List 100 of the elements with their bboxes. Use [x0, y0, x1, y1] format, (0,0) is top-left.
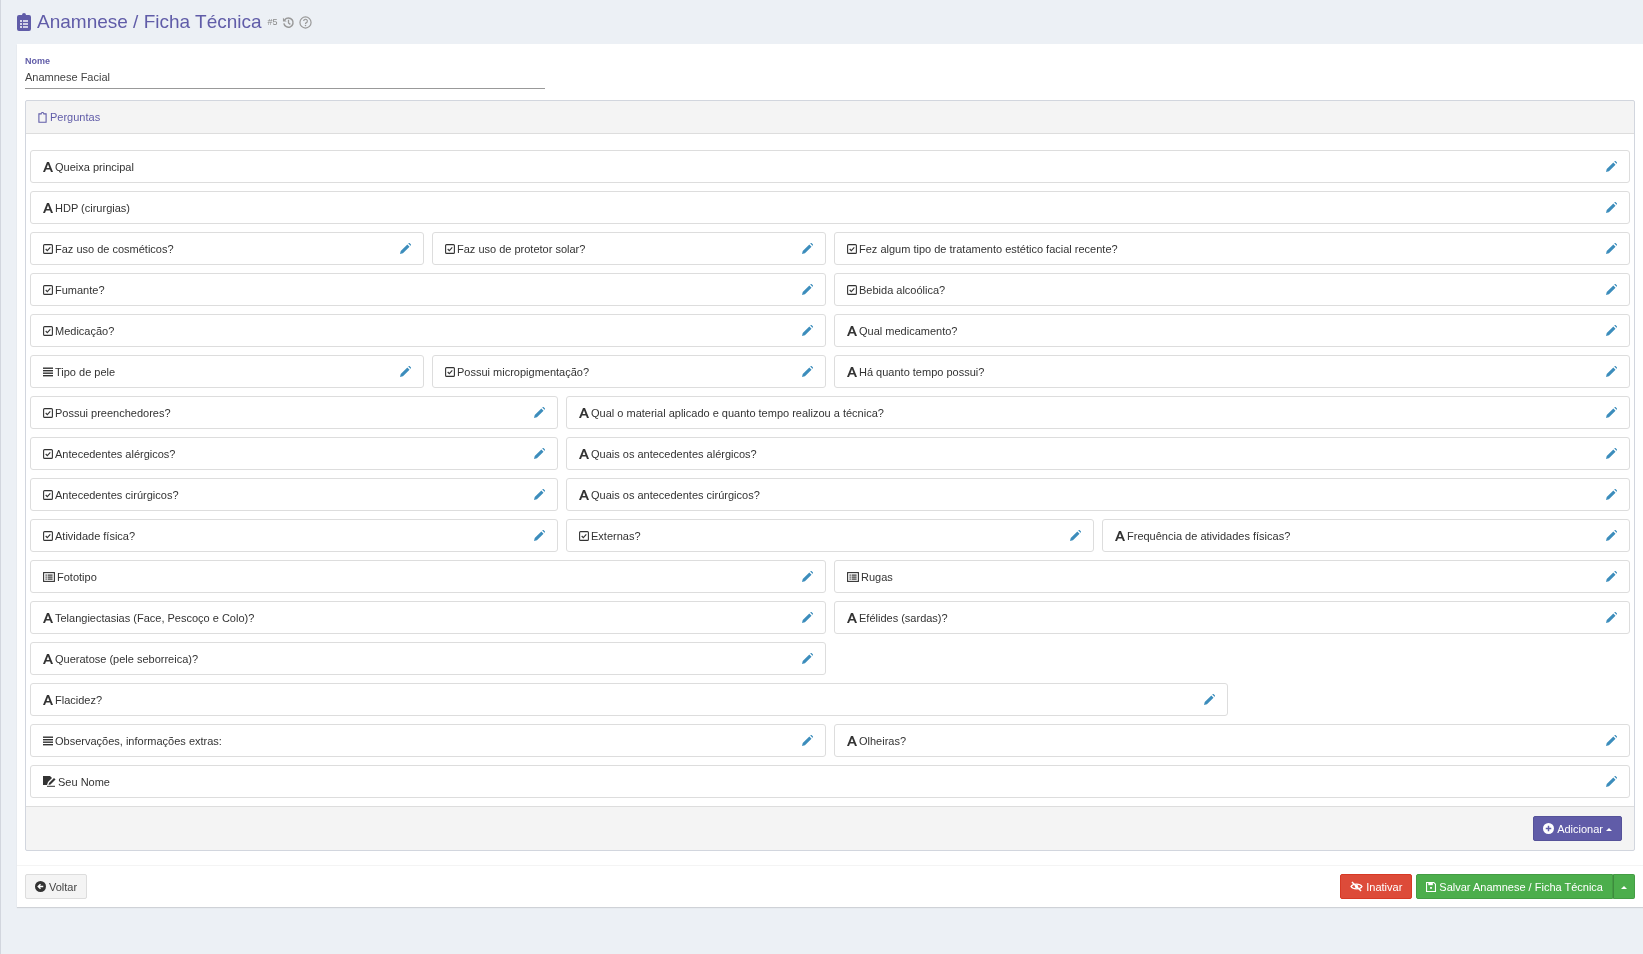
- question-item[interactable]: Atividade física?: [30, 519, 558, 552]
- edit-pencil-icon[interactable]: [802, 366, 813, 377]
- text-type-icon: [43, 694, 53, 705]
- question-item[interactable]: Queratose (pele seborreica)?: [30, 642, 826, 675]
- question-label: Observações, informações extras:: [55, 734, 222, 747]
- question-label: Fototipo: [57, 570, 97, 583]
- question-label: Frequência de atividades físicas?: [1127, 529, 1291, 542]
- question-item[interactable]: Tipo de pele: [30, 355, 424, 388]
- question-item[interactable]: Fumante?: [30, 273, 826, 306]
- question-label: Queixa principal: [55, 160, 134, 173]
- checkbox-icon: [847, 284, 857, 295]
- edit-pencil-icon[interactable]: [534, 448, 545, 459]
- question-item[interactable]: Frequência de atividades físicas?: [1102, 519, 1630, 552]
- edit-pencil-icon[interactable]: [1606, 161, 1617, 172]
- question-label: Rugas: [861, 570, 893, 583]
- question-item[interactable]: Flacidez?: [30, 683, 1228, 716]
- text-type-icon: [579, 489, 589, 500]
- back-button[interactable]: Voltar: [25, 874, 88, 899]
- question-label: Há quanto tempo possui?: [859, 365, 985, 378]
- edit-pencil-icon[interactable]: [802, 653, 813, 664]
- checkbox-icon: [43, 243, 53, 254]
- edit-pencil-icon[interactable]: [802, 284, 813, 295]
- edit-pencil-icon[interactable]: [1606, 448, 1617, 459]
- question-item[interactable]: Medicação?: [30, 314, 826, 347]
- edit-pencil-icon[interactable]: [1606, 489, 1617, 500]
- question-item[interactable]: HDP (cirurgias): [30, 191, 1630, 224]
- edit-pencil-icon[interactable]: [1606, 530, 1617, 541]
- question-item[interactable]: Fez algum tipo de tratamento estético facial recente?: [834, 232, 1630, 265]
- question-label: Telangiectasias (Face, Pescoço e Colo)?: [55, 611, 255, 624]
- edit-pencil-icon[interactable]: [802, 325, 813, 336]
- text-type-icon: [43, 202, 53, 213]
- question-item[interactable]: Possui micropigmentação?: [432, 355, 826, 388]
- clipboard-icon: [17, 13, 31, 31]
- edit-pencil-icon[interactable]: [1070, 530, 1081, 541]
- edit-pencil-icon[interactable]: [802, 571, 813, 582]
- question-label: Medicação?: [55, 324, 115, 337]
- question-item[interactable]: Qual medicamento?: [834, 314, 1630, 347]
- checkbox-icon: [43, 407, 53, 418]
- question-item[interactable]: Seu Nome: [30, 765, 1630, 798]
- edit-pencil-icon[interactable]: [1606, 366, 1617, 377]
- question-label: Bebida alcoólica?: [859, 283, 946, 296]
- edit-pencil-icon[interactable]: [802, 735, 813, 746]
- edit-pencil-icon[interactable]: [802, 612, 813, 623]
- question-item[interactable]: Quais os antecedentes alérgicos?: [566, 437, 1630, 470]
- plus-circle-icon: [1543, 823, 1555, 834]
- question-item[interactable]: Queixa principal: [30, 150, 1630, 183]
- question-label: Flacidez?: [55, 693, 103, 706]
- edit-pencil-icon[interactable]: [1606, 776, 1617, 787]
- question-item[interactable]: Observações, informações extras:: [30, 724, 826, 757]
- help-icon[interactable]: [298, 15, 312, 29]
- question-item[interactable]: Telangiectasias (Face, Pescoço e Colo)?: [30, 601, 826, 634]
- list-box-icon: [43, 571, 55, 582]
- question-item[interactable]: Faz uso de protetor solar?: [432, 232, 826, 265]
- caret-icon: [1606, 826, 1612, 831]
- edit-pencil-icon[interactable]: [1204, 694, 1215, 705]
- question-item[interactable]: Efélides (sardas)?: [834, 601, 1630, 634]
- question-item[interactable]: Quais os antecedentes cirúrgicos?: [566, 478, 1630, 511]
- question-label: Antecedentes cirúrgicos?: [55, 488, 179, 501]
- question-item[interactable]: Qual o material aplicado e quanto tempo realizou a técnica?: [566, 396, 1630, 429]
- edit-pencil-icon[interactable]: [802, 243, 813, 254]
- question-label: Fez algum tipo de tratamento estético facial recente?: [859, 242, 1118, 255]
- question-item[interactable]: Fototipo: [30, 560, 826, 593]
- question-item[interactable]: Rugas: [834, 560, 1630, 593]
- question-label: Queratose (pele seborreica)?: [55, 652, 199, 665]
- question-label: Atividade física?: [55, 529, 136, 542]
- field-label: Nome: [25, 56, 51, 66]
- question-item[interactable]: Antecedentes alérgicos?: [30, 437, 558, 470]
- question-label: Qual medicamento?: [859, 324, 958, 337]
- question-item[interactable]: Olheiras?: [834, 724, 1630, 757]
- clipboard-icon: [38, 111, 47, 123]
- edit-pencil-icon[interactable]: [1606, 735, 1617, 746]
- edit-pencil-icon[interactable]: [1606, 407, 1617, 418]
- edit-pencil-icon[interactable]: [400, 243, 411, 254]
- edit-pencil-icon[interactable]: [1606, 243, 1617, 254]
- edit-pencil-icon[interactable]: [534, 489, 545, 500]
- question-item[interactable]: Há quanto tempo possui?: [834, 355, 1630, 388]
- lines-icon: [43, 366, 53, 377]
- question-label: Qual o material aplicado e quanto tempo realizou a técnica?: [591, 406, 884, 419]
- history-icon[interactable]: [281, 15, 295, 29]
- deactivate-button[interactable]: Inativar: [1340, 874, 1413, 899]
- question-label: Tipo de pele: [55, 365, 116, 378]
- edit-pencil-icon[interactable]: [1606, 325, 1617, 336]
- edit-pencil-icon[interactable]: [534, 530, 545, 541]
- name-field[interactable]: Nome Anamnese Facial: [25, 56, 545, 89]
- question-item[interactable]: Bebida alcoólica?: [834, 273, 1630, 306]
- edit-pencil-icon[interactable]: [1606, 612, 1617, 623]
- edit-pencil-icon[interactable]: [534, 407, 545, 418]
- add-button[interactable]: Adicionar: [1533, 816, 1622, 841]
- question-item[interactable]: Externas?: [566, 519, 1094, 552]
- edit-pencil-icon[interactable]: [1606, 571, 1617, 582]
- question-item[interactable]: Faz uso de cosméticos?: [30, 232, 424, 265]
- edit-pencil-icon[interactable]: [400, 366, 411, 377]
- text-type-icon: [847, 325, 857, 336]
- question-item[interactable]: Antecedentes cirúrgicos?: [30, 478, 558, 511]
- checkbox-icon: [579, 530, 589, 541]
- question-item[interactable]: Possui preenchedores?: [30, 396, 558, 429]
- field-value: Anamnese Facial: [25, 71, 111, 83]
- edit-pencil-icon[interactable]: [1606, 284, 1617, 295]
- save-options-button[interactable]: [1613, 874, 1635, 899]
- edit-pencil-icon[interactable]: [1606, 202, 1617, 213]
